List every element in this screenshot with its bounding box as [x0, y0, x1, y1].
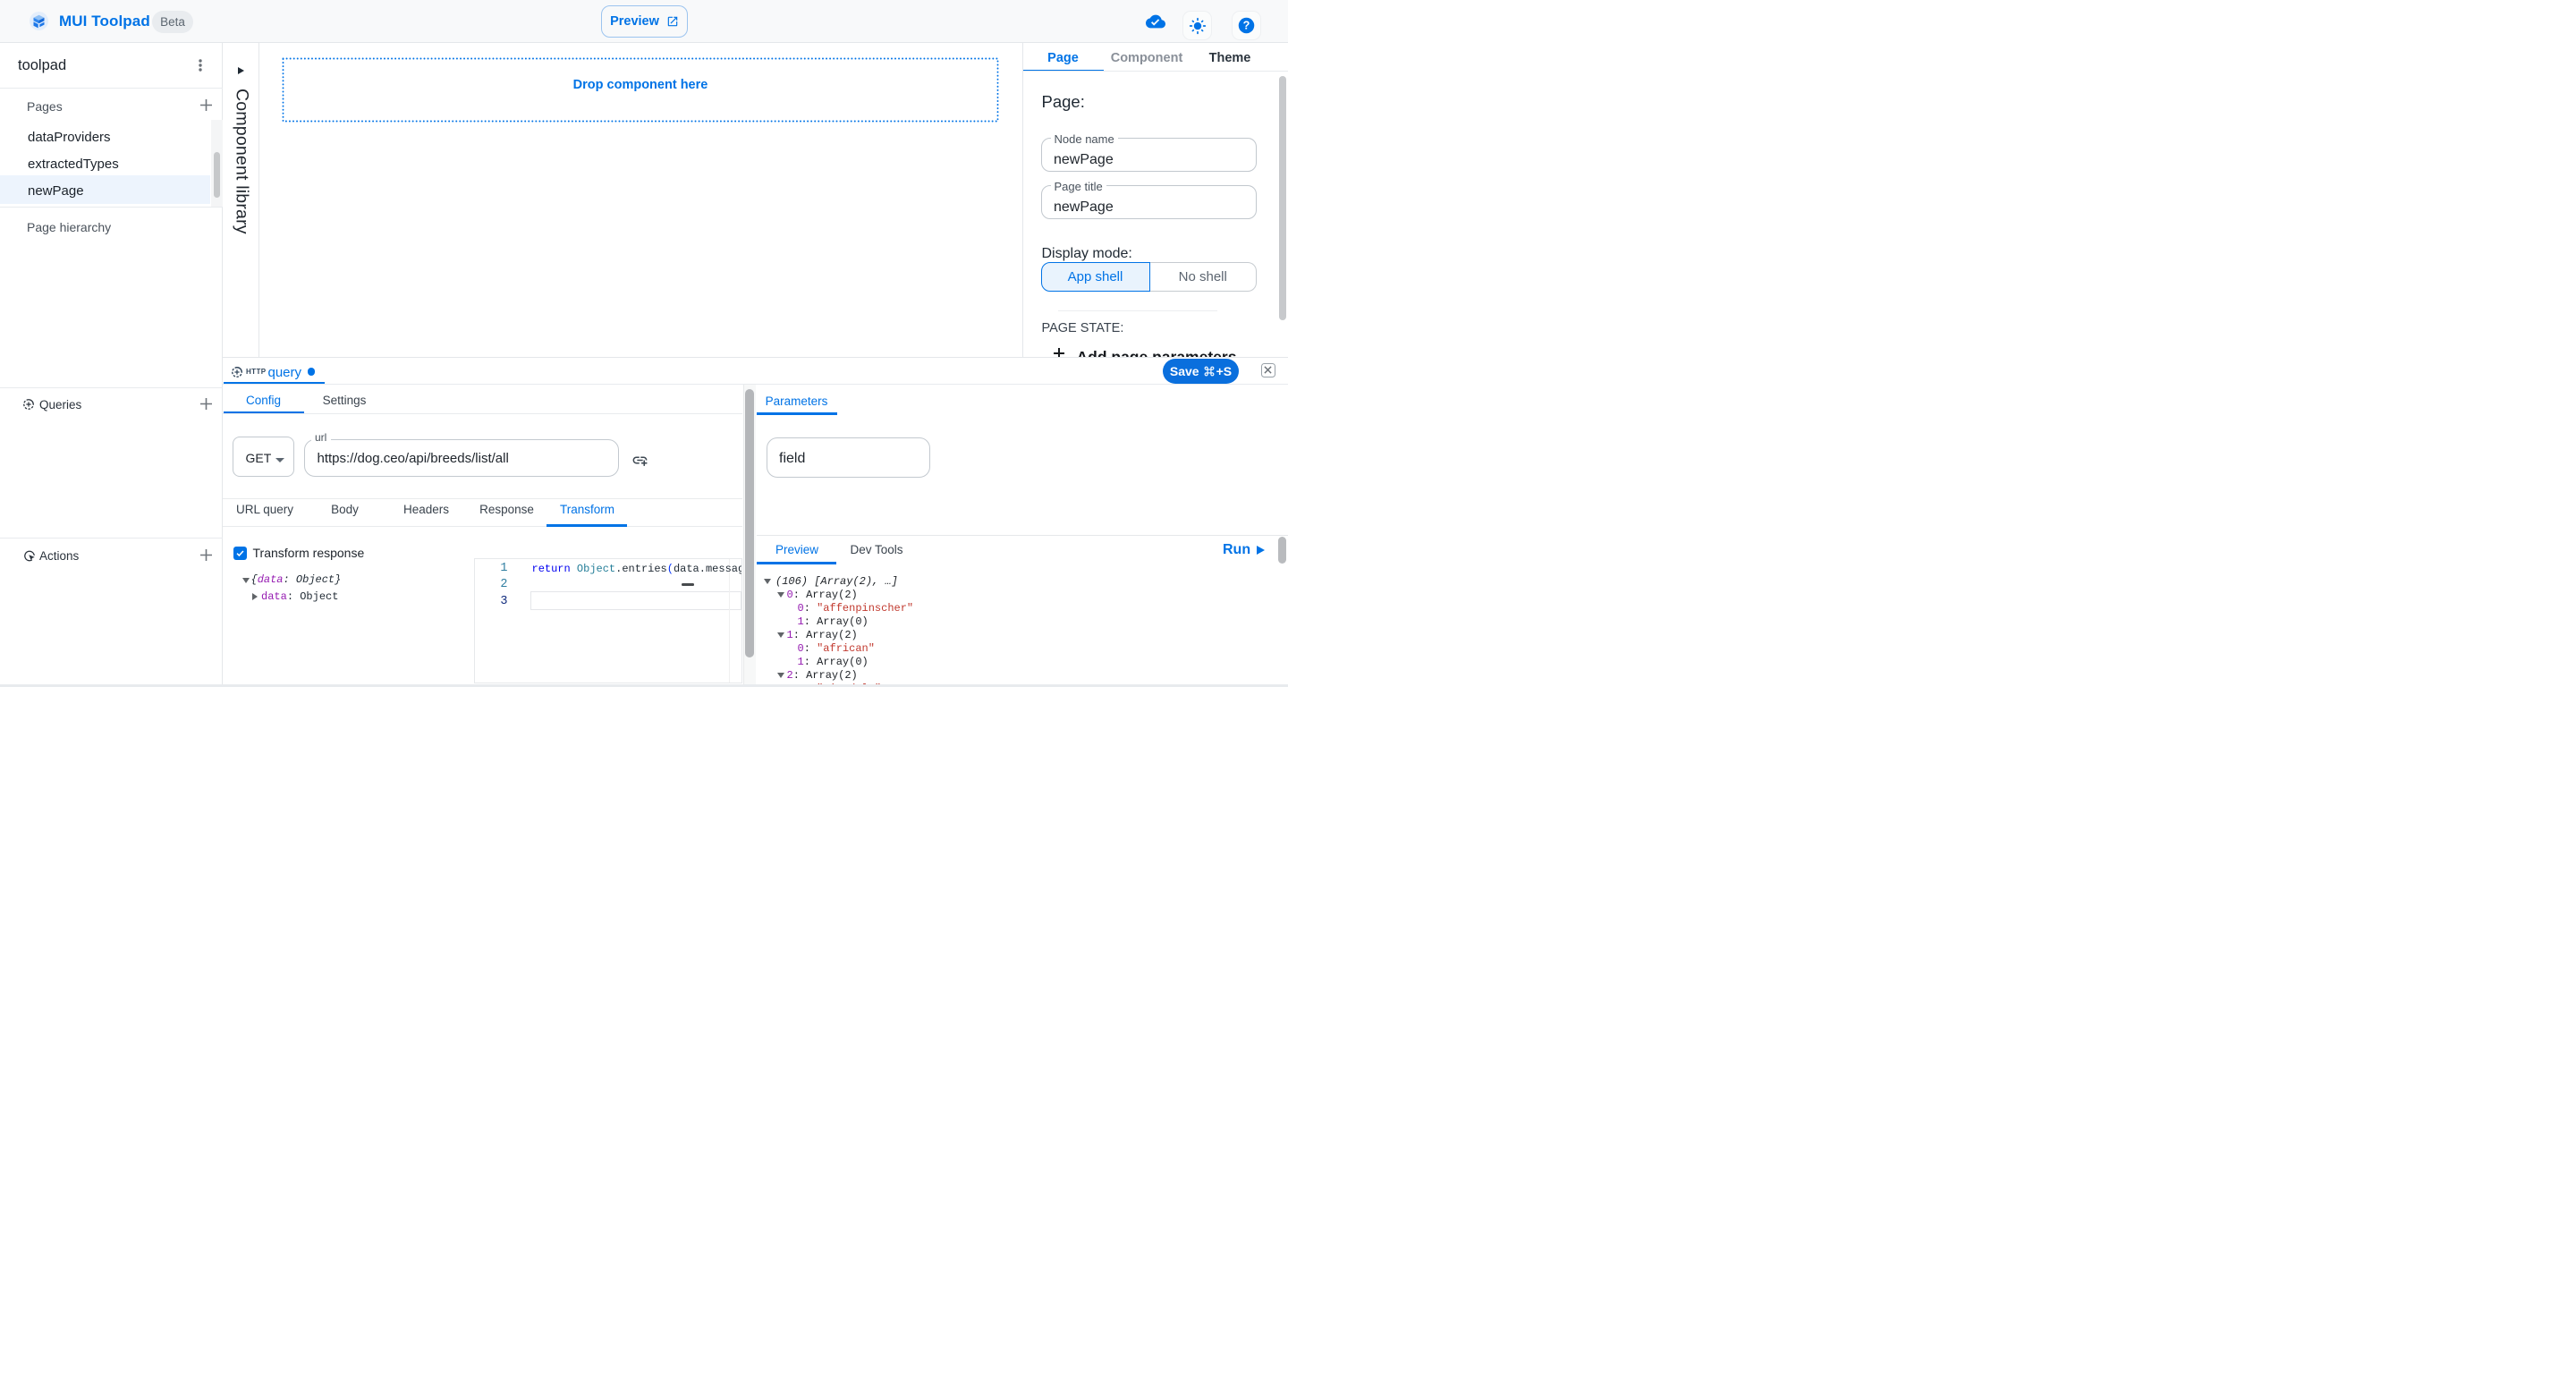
svg-text:?: ? [1243, 20, 1250, 32]
